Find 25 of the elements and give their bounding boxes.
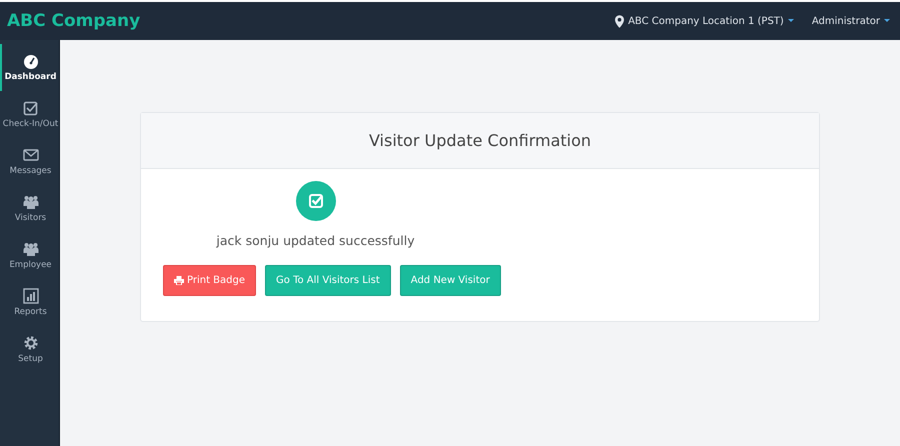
users-icon (22, 241, 38, 257)
map-pin-icon (615, 14, 624, 28)
success-message: jack sonju updated successfully (216, 233, 415, 248)
sidebar-item[interactable]: Messages (0, 138, 59, 185)
sidebar-item[interactable]: Employee (0, 232, 59, 279)
sidebar-item[interactable]: Visitors (0, 185, 59, 232)
sidebar-item[interactable]: Reports (0, 279, 59, 326)
brand-logo[interactable]: ABC Company (7, 11, 140, 31)
gear-icon (22, 335, 38, 351)
bar-chart-icon (22, 288, 38, 304)
envelope-icon (22, 147, 38, 163)
print-badge-button[interactable]: Print Badge (163, 265, 256, 296)
caret-icon (788, 19, 794, 23)
success-check-icon (296, 181, 336, 221)
checkbox-icon (22, 100, 38, 116)
sidebar-item[interactable]: Dashboard (0, 44, 59, 91)
user-menu[interactable]: Administrator (812, 16, 890, 26)
sidebar-item[interactable]: Check-In/Out (0, 91, 59, 138)
gauge-icon (22, 53, 38, 69)
caret-icon (884, 19, 890, 23)
card-title: Visitor Update Confirmation (368, 131, 592, 150)
printer-icon (174, 276, 184, 285)
location-menu[interactable]: ABC Company Location 1 (PST) (615, 14, 794, 28)
sidebar-item[interactable]: Setup (0, 326, 59, 373)
users-icon (22, 194, 38, 210)
